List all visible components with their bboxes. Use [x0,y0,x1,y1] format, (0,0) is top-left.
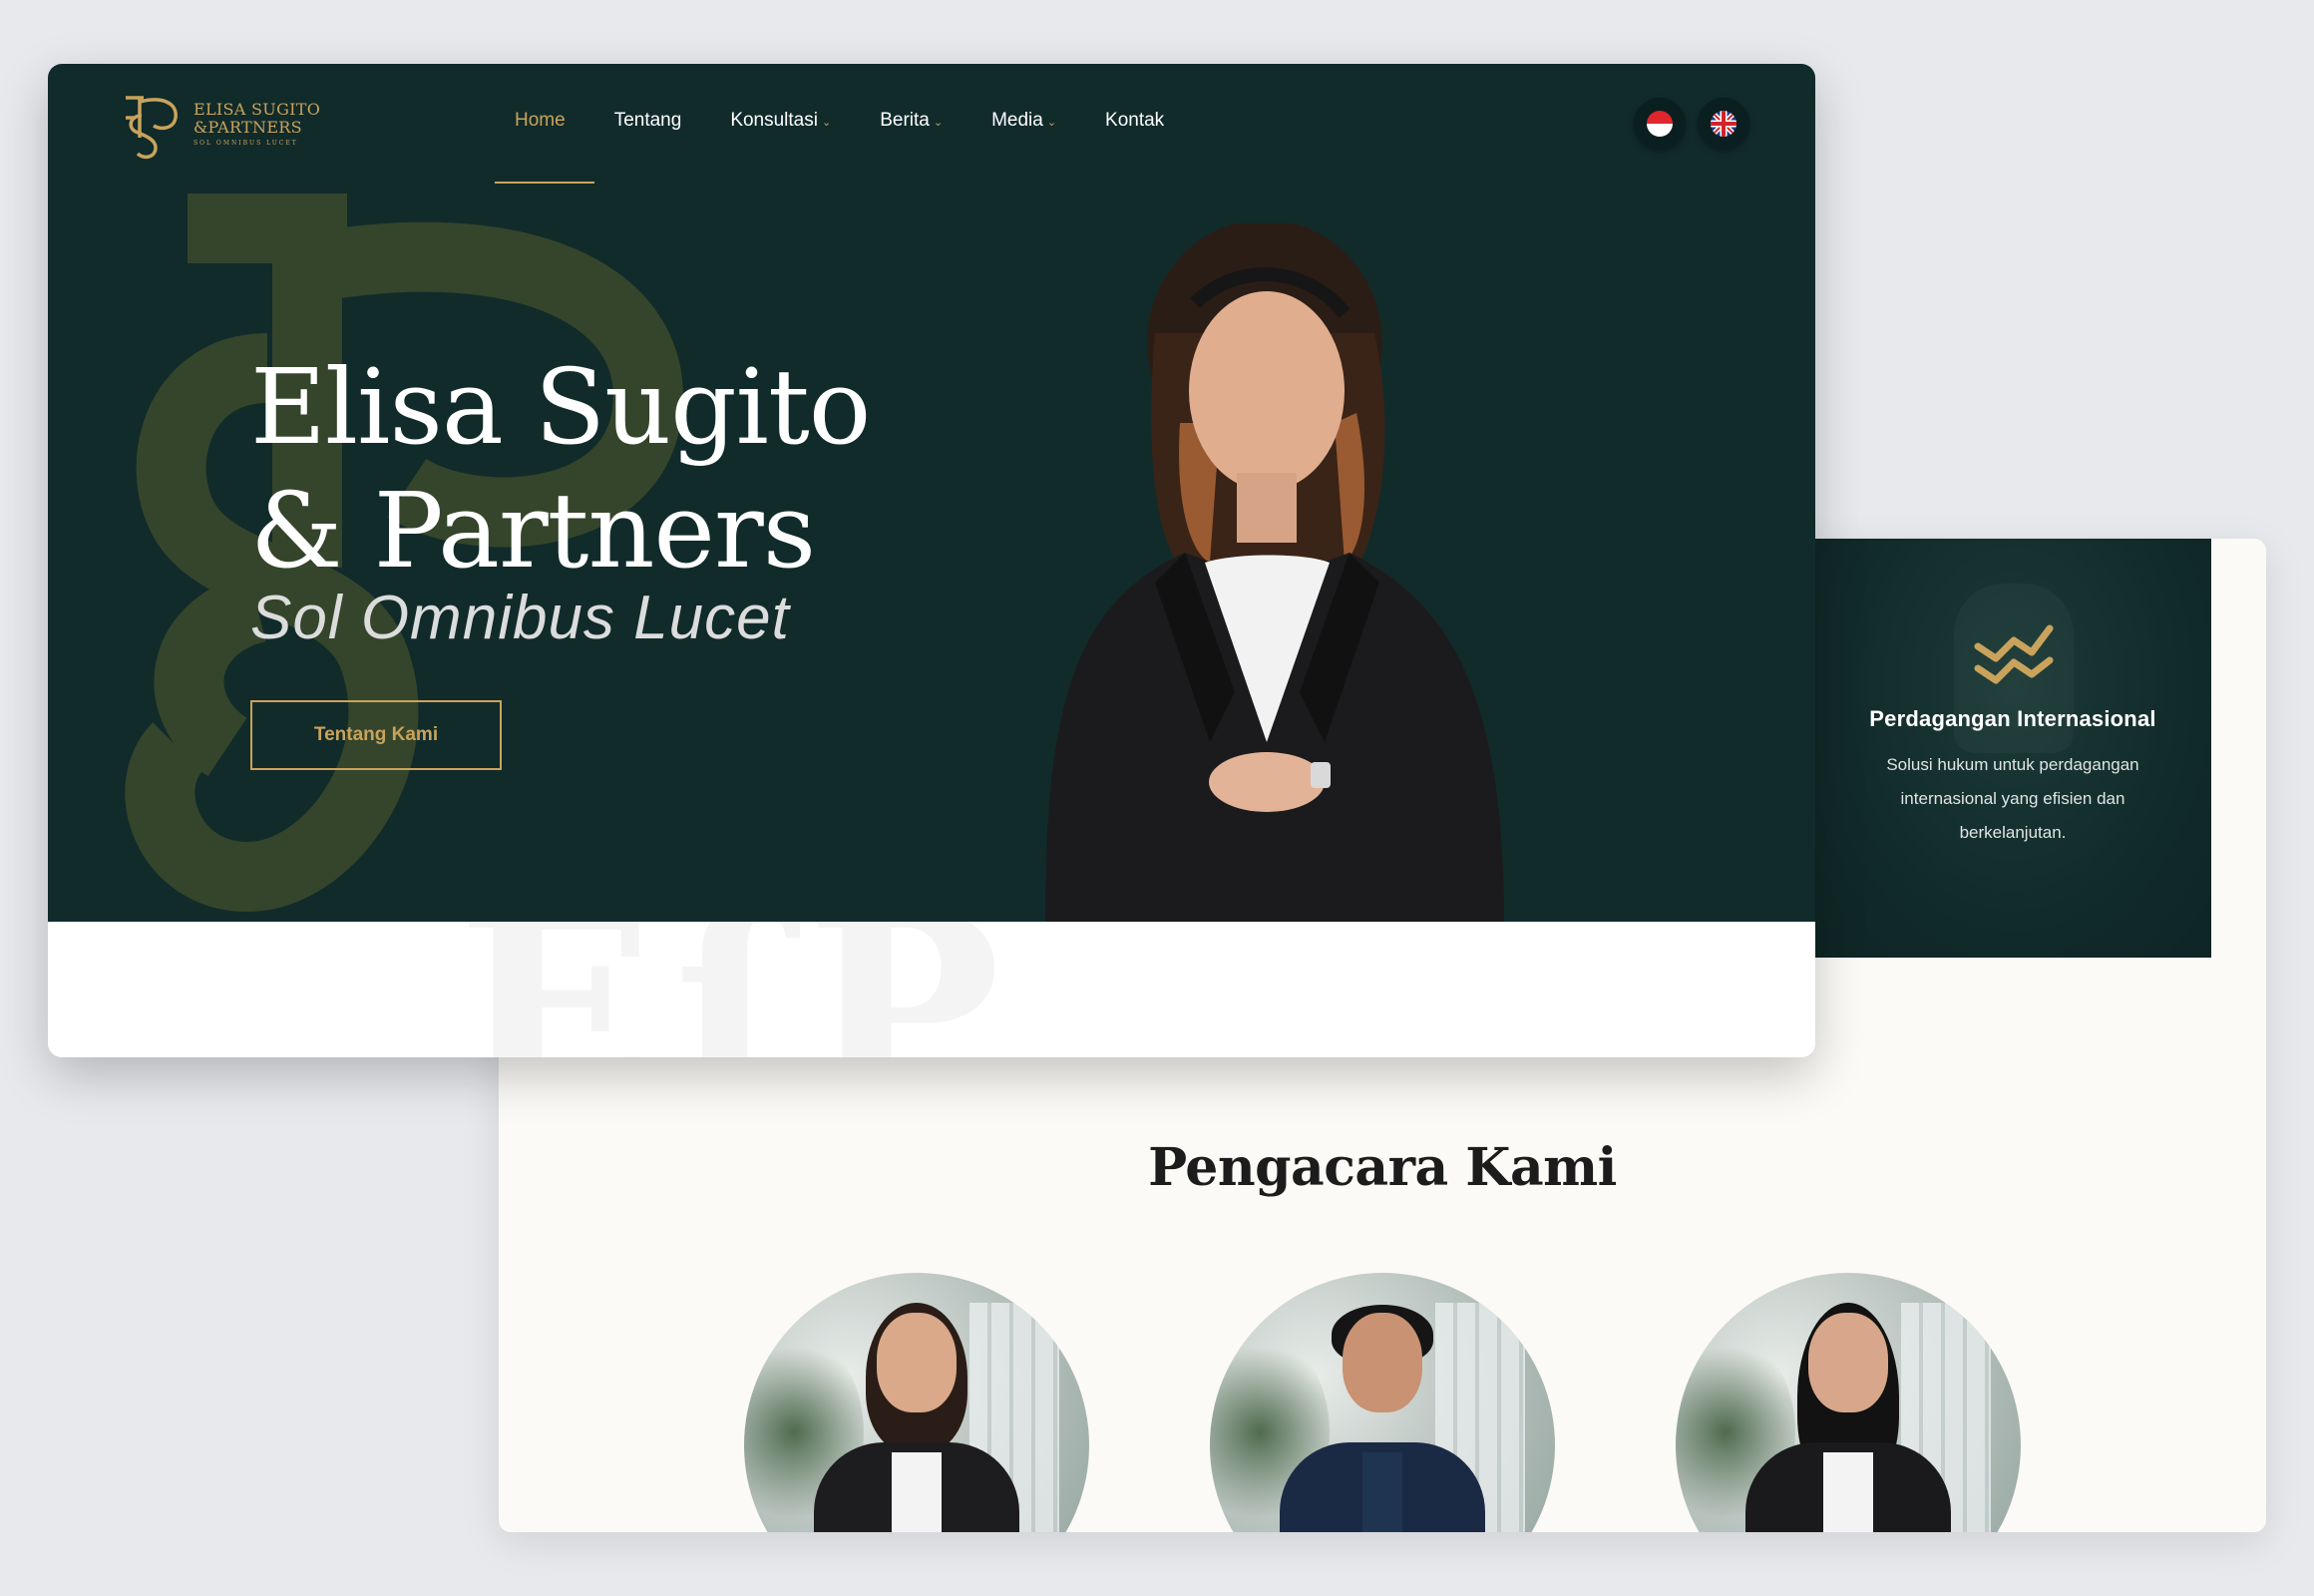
chevron-down-icon: ⌄ [821,117,832,129]
lawyer-photo-1[interactable] [744,1273,1089,1532]
lawyer-photo-2[interactable] [1210,1273,1555,1532]
language-english-button[interactable] [1698,98,1749,150]
hero-title-line2: & Partners [250,470,816,592]
chevron-down-icon: ⌄ [1046,117,1057,129]
nav-item-home[interactable]: Home [515,110,566,132]
logo-watermark-letters: EſP [457,922,1021,1057]
language-indonesia-button[interactable] [1634,98,1686,150]
hero-bottom-strip: EſP [48,922,1815,1057]
hero-lawyer-portrait [1045,223,1504,922]
nav-item-tentang[interactable]: Tentang [614,110,682,132]
hero-tagline: Sol Omnibus Lucet [250,584,790,652]
nav-item-konsultasi[interactable]: Konsultasi ⌄ [730,110,831,132]
homepage-hero-card: ELISA SUGITO &PARTNERS SOL OMNIBUS LUCET… [48,64,1815,1057]
logo-name-line1: ELISA SUGITO [193,100,321,119]
lawyers-section-title: Pengacara Kami [1148,1137,1617,1198]
trade-zigzag-icon [1974,624,2054,684]
nav-active-underline [495,182,594,184]
lawyer-photo-3[interactable] [1676,1273,2021,1532]
service-card-title: Perdagangan Internasional [1869,706,2156,731]
service-card-description: Solusi hukum untuk perdagangan internasi… [1886,755,2139,842]
logo-name-line2: &PARTNERS [193,118,302,137]
brand-logo[interactable]: ELISA SUGITO &PARTNERS SOL OMNIBUS LUCET [120,88,320,160]
nav-item-media[interactable]: Media ⌄ [991,110,1056,132]
main-navigation: Home Tentang Konsultasi ⌄ Berita ⌄ Media ⌄ … [515,110,1213,132]
hero-title-line1: Elisa Sugito [250,346,871,468]
nav-item-berita[interactable]: Berita ⌄ [880,110,943,132]
hero-section: ELISA SUGITO &PARTNERS SOL OMNIBUS LUCET… [48,64,1815,922]
logo-motto: SOL OMNIBUS LUCET [193,140,298,147]
logo-monogram-icon [126,96,178,160]
chevron-down-icon: ⌄ [933,117,944,129]
hero-title: Elisa Sugito & Partners [250,345,871,593]
indonesia-flag-icon [1647,111,1673,137]
service-card-international-trade[interactable]: Perdagangan Internasional Solusi hukum u… [1814,539,2211,958]
nav-item-kontak[interactable]: Kontak [1105,110,1164,132]
uk-flag-icon [1711,111,1736,137]
tentang-kami-button[interactable]: Tentang Kami [250,700,502,770]
